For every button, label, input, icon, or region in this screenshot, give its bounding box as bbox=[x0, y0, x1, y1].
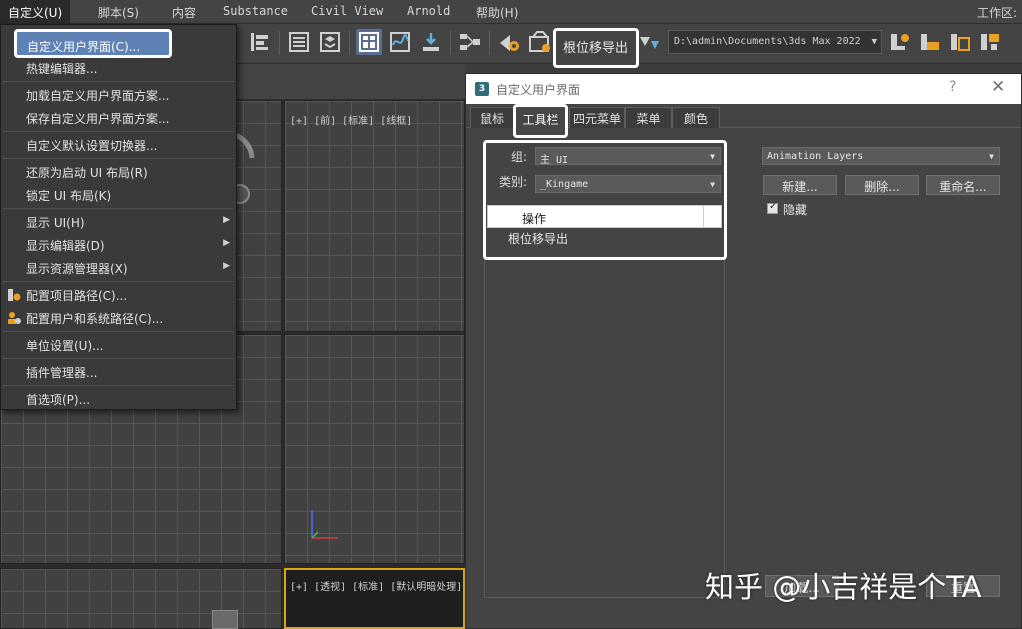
toggle-ribbon-icon[interactable] bbox=[356, 29, 382, 55]
schematic-view-icon[interactable] bbox=[418, 29, 444, 55]
customize-menu: 自定义用户界面(C)... 热键编辑器... 加载自定义用户界面方案... 保存… bbox=[0, 24, 237, 410]
delete-toolbar-button[interactable]: 删除... bbox=[845, 175, 919, 195]
submenu-arrow-icon: ▶ bbox=[223, 261, 230, 271]
tab-colors[interactable]: 颜色 bbox=[672, 107, 720, 128]
toolbar-combo-value: Animation Layers bbox=[767, 151, 864, 162]
menubar: 自定义(U) 脚本(S) 内容 Substance Civil View Arn… bbox=[0, 0, 1022, 24]
workspace-label[interactable]: 工作区: bbox=[977, 4, 1017, 21]
chevron-down-icon: ▼ bbox=[871, 37, 877, 47]
menu-item-project-paths[interactable]: 配置项目路径(C)... bbox=[1, 284, 236, 306]
menu-item-hotkey-editor[interactable]: 热键编辑器... bbox=[1, 57, 236, 79]
tab-toolbars[interactable]: 工具栏 bbox=[513, 104, 568, 138]
menu-item-user-system-paths[interactable]: 配置用户和系统路径(C)... bbox=[1, 307, 236, 329]
open-folder-icon[interactable] bbox=[917, 29, 943, 55]
action-list-item[interactable]: 根位移导出 bbox=[508, 230, 568, 247]
menu-arnold[interactable]: Arnold bbox=[407, 4, 450, 18]
menu-item-show-editors[interactable]: 显示编辑器(D) ▶ bbox=[1, 234, 236, 256]
project-path-value: D:\admin\Documents\3ds Max 2022 bbox=[674, 36, 861, 47]
render-production-icon[interactable] bbox=[637, 29, 663, 55]
menu-item-revert-layout[interactable]: 还原为启动 UI 布局(R) bbox=[1, 161, 236, 183]
menu-item-lock-layout[interactable]: 锁定 UI 布局(K) bbox=[1, 184, 236, 206]
action-list-header[interactable]: 操作 bbox=[487, 205, 722, 228]
project-folder-icon[interactable] bbox=[887, 29, 913, 55]
action-column-header: 操作 bbox=[522, 212, 547, 226]
menu-item-show-ui[interactable]: 显示 UI(H) ▶ bbox=[1, 211, 236, 233]
dialog-title: 自定义用户界面 bbox=[496, 83, 581, 97]
menu-civil-view[interactable]: Civil View bbox=[311, 4, 383, 18]
group-combo[interactable]: 主 UI ▼ bbox=[535, 147, 721, 165]
menu-substance[interactable]: Substance bbox=[223, 4, 288, 18]
menu-customize[interactable]: 自定义(U) bbox=[0, 0, 71, 24]
menu-item-customize-ui[interactable]: 自定义用户界面(C)... bbox=[14, 29, 172, 58]
viewport-bottom-left[interactable] bbox=[0, 568, 282, 629]
help-icon[interactable]: ? bbox=[949, 79, 956, 95]
viewport-label-front[interactable]: [+] [前] [标准] [线框] bbox=[290, 112, 412, 127]
menu-item-defaults-switcher[interactable]: 自定义默认设置切换器... bbox=[1, 134, 236, 156]
menu-item-show-explorers-label: 显示资源管理器(X) bbox=[26, 262, 128, 276]
chevron-down-icon: ▼ bbox=[710, 180, 715, 189]
group-label: 组: bbox=[511, 150, 528, 164]
menu-item-project-paths-label: 配置项目路径(C)... bbox=[26, 289, 128, 303]
menu-scripting[interactable]: 脚本(S) bbox=[98, 4, 139, 21]
dialog-titlebar[interactable]: 3 自定义用户界面 ? ✕ bbox=[466, 74, 1021, 104]
scene-explorer-icon[interactable] bbox=[286, 29, 312, 55]
tab-mouse[interactable]: 鼠标 bbox=[470, 107, 514, 128]
tab-quad-menus[interactable]: 四元菜单 bbox=[569, 107, 625, 128]
viewport-front[interactable] bbox=[284, 100, 465, 332]
layer-explorer-icon[interactable] bbox=[317, 29, 343, 55]
watermark: 知乎 @小吉祥是个TA bbox=[705, 570, 982, 604]
group-combo-value: 主 UI bbox=[540, 155, 569, 165]
user-paths-icon bbox=[8, 312, 21, 324]
submenu-arrow-icon: ▶ bbox=[223, 238, 230, 248]
project-path-combo[interactable]: D:\admin\Documents\3ds Max 2022 ▼ bbox=[668, 30, 882, 54]
menu-item-plugin-manager[interactable]: 插件管理器... bbox=[1, 361, 236, 383]
viewport-label-perspective[interactable]: [+] [透视] [标准] [默认明暗处理] bbox=[290, 578, 462, 593]
chevron-down-icon: ▼ bbox=[989, 152, 994, 161]
checkmark-icon: ✓ bbox=[769, 201, 778, 212]
menu-item-show-editors-label: 显示编辑器(D) bbox=[26, 239, 105, 253]
dialog-tabs: 鼠标 工具栏 四元菜单 菜单 颜色 bbox=[466, 104, 1021, 138]
hide-label: 隐藏 bbox=[783, 203, 808, 217]
menu-item-load-ui-scheme[interactable]: 加载自定义用户界面方案... bbox=[1, 84, 236, 106]
axis-tripod-icon bbox=[311, 510, 338, 539]
custom-toolbar-button[interactable]: 根位移导出 bbox=[553, 28, 639, 68]
material-editor-icon[interactable] bbox=[457, 29, 483, 55]
menu-item-show-explorers[interactable]: 显示资源管理器(X) ▶ bbox=[1, 257, 236, 279]
menu-item-user-system-paths-label: 配置用户和系统路径(C)... bbox=[26, 312, 164, 326]
menu-item-show-ui-label: 显示 UI(H) bbox=[26, 216, 85, 230]
category-combo-value: _Kingame bbox=[540, 179, 589, 190]
align-icon[interactable] bbox=[248, 29, 274, 55]
project-settings-icon[interactable] bbox=[947, 29, 973, 55]
category-label: 类别: bbox=[499, 175, 528, 189]
rename-toolbar-button[interactable]: 重命名... bbox=[926, 175, 1000, 195]
menu-item-preferences[interactable]: 首选项(P)... bbox=[1, 388, 236, 410]
render-setup-icon[interactable] bbox=[496, 29, 522, 55]
project-tools-icon[interactable] bbox=[977, 29, 1003, 55]
project-paths-icon bbox=[8, 289, 21, 301]
submenu-arrow-icon: ▶ bbox=[223, 215, 230, 225]
rendered-frame-window-icon[interactable] bbox=[527, 29, 553, 55]
chevron-down-icon: ▼ bbox=[710, 152, 715, 161]
menu-item-units-setup[interactable]: 单位设置(U)... bbox=[1, 334, 236, 356]
new-toolbar-button[interactable]: 新建... bbox=[763, 175, 837, 195]
menu-content[interactable]: 内容 bbox=[172, 4, 196, 21]
curve-editor-icon[interactable] bbox=[387, 29, 413, 55]
menu-item-save-ui-scheme[interactable]: 保存自定义用户界面方案... bbox=[1, 107, 236, 129]
hide-checkbox[interactable]: ✓ bbox=[767, 201, 778, 214]
category-combo[interactable]: _Kingame ▼ bbox=[535, 175, 721, 193]
viewcube-icon[interactable] bbox=[212, 610, 238, 629]
tab-menus[interactable]: 菜单 bbox=[625, 107, 672, 128]
app-logo-icon: 3 bbox=[475, 82, 489, 96]
menu-help[interactable]: 帮助(H) bbox=[476, 4, 518, 21]
close-icon[interactable]: ✕ bbox=[991, 77, 1005, 97]
toolbar-combo[interactable]: Animation Layers ▼ bbox=[762, 147, 1000, 165]
